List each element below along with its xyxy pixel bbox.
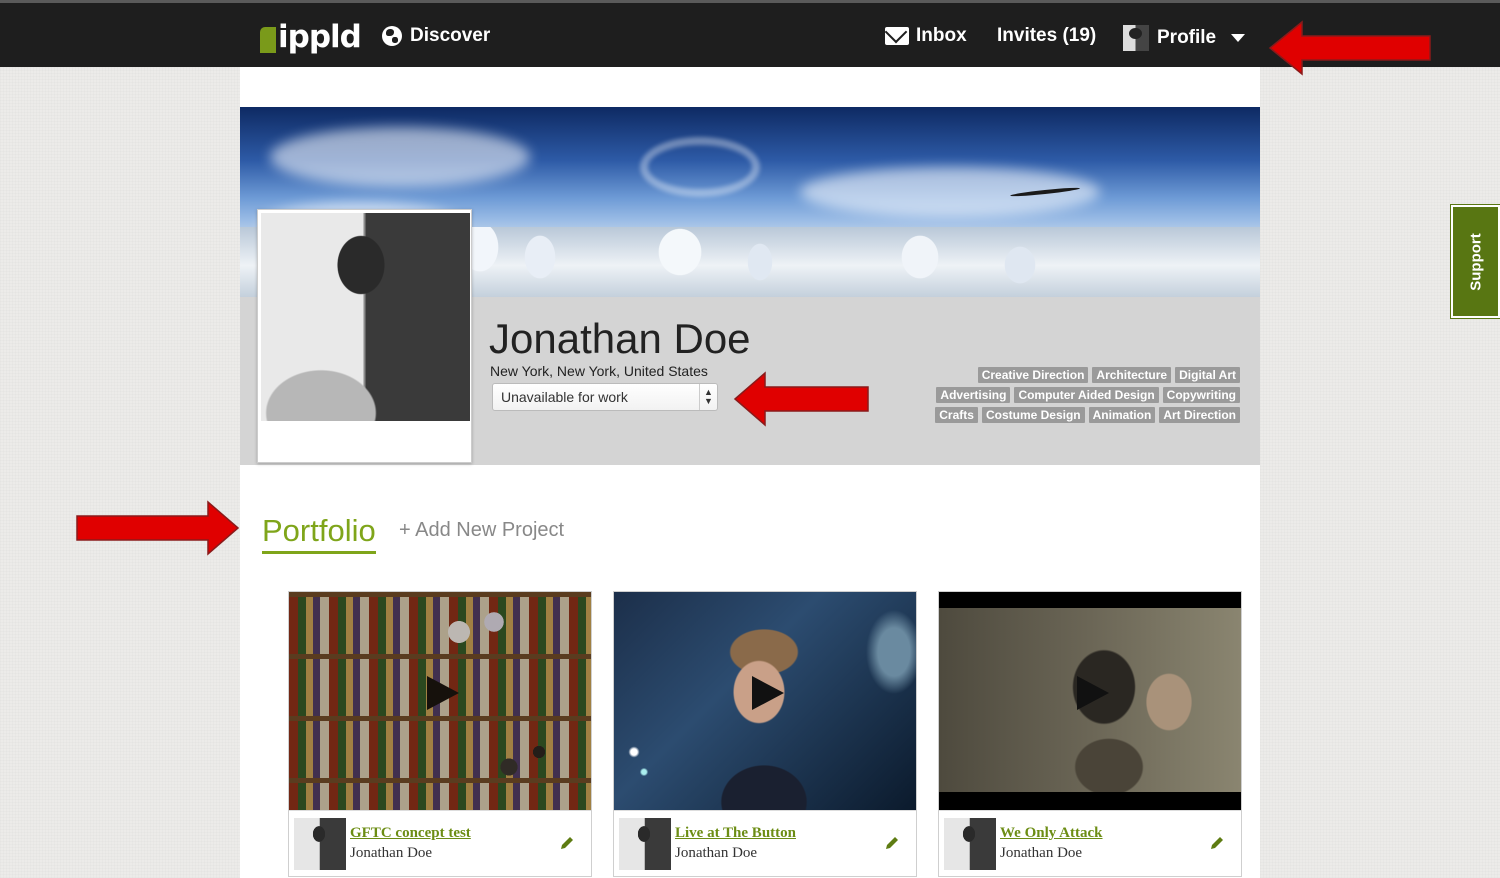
skill-tags: Creative Direction Architecture Digital …: [910, 367, 1240, 423]
profile-name: Jonathan Doe: [489, 315, 751, 362]
support-tab[interactable]: Support: [1451, 205, 1500, 318]
edit-pencil-icon[interactable]: [1209, 835, 1225, 851]
annotation-arrow-left-icon: [733, 371, 869, 427]
project-card-footer: GFTC concept test Jonathan Doe: [289, 810, 591, 876]
nav-profile-label: Profile: [1157, 27, 1217, 48]
skill-tag[interactable]: Copywriting: [1162, 387, 1240, 403]
envelope-icon: [885, 27, 909, 45]
project-thumbnail[interactable]: [614, 592, 916, 810]
profile-photo[interactable]: [257, 209, 472, 463]
nav-discover-label: Discover: [410, 25, 491, 46]
project-title-link[interactable]: Live at The Button: [675, 825, 796, 842]
skill-tag[interactable]: Creative Direction: [977, 367, 1089, 383]
project-thumbnail[interactable]: [289, 592, 591, 810]
ripple-logo[interactable]: ippld: [260, 17, 362, 57]
nav-inbox[interactable]: Inbox: [885, 25, 967, 47]
annotation-arrow-left-icon: [1268, 20, 1431, 76]
author-avatar: [944, 818, 996, 870]
cover-swirl: [640, 137, 760, 197]
profile-avatar-icon: [1123, 25, 1149, 51]
project-card: We Only Attack Jonathan Doe: [938, 591, 1242, 877]
project-card: Live at The Button Jonathan Doe: [613, 591, 917, 877]
skill-tag[interactable]: Advertising: [936, 387, 1011, 403]
skill-tag[interactable]: Animation: [1088, 407, 1156, 423]
annotation-arrow-right-icon: [76, 500, 240, 556]
project-card: GFTC concept test Jonathan Doe: [288, 591, 592, 877]
portfolio-tab[interactable]: Portfolio: [262, 513, 376, 554]
project-card-footer: We Only Attack Jonathan Doe: [939, 810, 1241, 876]
skill-tag[interactable]: Computer Aided Design: [1014, 387, 1159, 403]
author-avatar: [619, 818, 671, 870]
logo-text: ippld: [278, 19, 362, 55]
availability-select[interactable]: Unavailable for work ▲ ▼: [492, 383, 718, 411]
logo-mark-icon: [260, 27, 276, 53]
project-author: Jonathan Doe: [1000, 845, 1083, 861]
nav-profile-menu[interactable]: Profile: [1123, 25, 1246, 51]
profile-page: Jonathan Doe New York, New York, United …: [240, 67, 1260, 878]
project-card-footer: Live at The Button Jonathan Doe: [614, 810, 916, 876]
project-author: Jonathan Doe: [350, 845, 433, 861]
support-label: Support: [1467, 232, 1484, 291]
nav-discover[interactable]: Discover: [382, 25, 490, 47]
cover-cloud: [270, 127, 530, 187]
edit-pencil-icon[interactable]: [884, 835, 900, 851]
project-title-link[interactable]: We Only Attack: [1000, 825, 1103, 842]
skill-tag[interactable]: Crafts: [935, 407, 978, 423]
play-icon[interactable]: [1077, 676, 1109, 710]
globe-icon: [382, 26, 402, 46]
skill-tag[interactable]: Costume Design: [981, 407, 1085, 423]
profile-photo-image: [261, 213, 470, 421]
project-author: Jonathan Doe: [675, 845, 758, 861]
skill-tag[interactable]: Digital Art: [1175, 367, 1240, 383]
select-arrows-icon: ▲ ▼: [699, 384, 717, 410]
availability-select-value: Unavailable for work: [501, 389, 628, 405]
play-icon[interactable]: [427, 676, 459, 710]
project-title-link[interactable]: GFTC concept test: [350, 825, 471, 842]
skill-tag[interactable]: Art Direction: [1159, 407, 1240, 423]
add-new-project-link[interactable]: + Add New Project: [399, 519, 564, 542]
profile-location: New York, New York, United States: [490, 363, 708, 379]
skill-tag[interactable]: Architecture: [1092, 367, 1172, 383]
nav-invites[interactable]: Invites (19): [997, 25, 1096, 47]
project-thumbnail[interactable]: [939, 592, 1241, 810]
author-avatar: [294, 818, 346, 870]
play-icon[interactable]: [752, 676, 784, 710]
caret-down-icon[interactable]: [1231, 34, 1246, 42]
edit-pencil-icon[interactable]: [559, 835, 575, 851]
nav-inbox-label: Inbox: [916, 25, 967, 46]
nav-invites-label: Invites (19): [997, 25, 1097, 46]
